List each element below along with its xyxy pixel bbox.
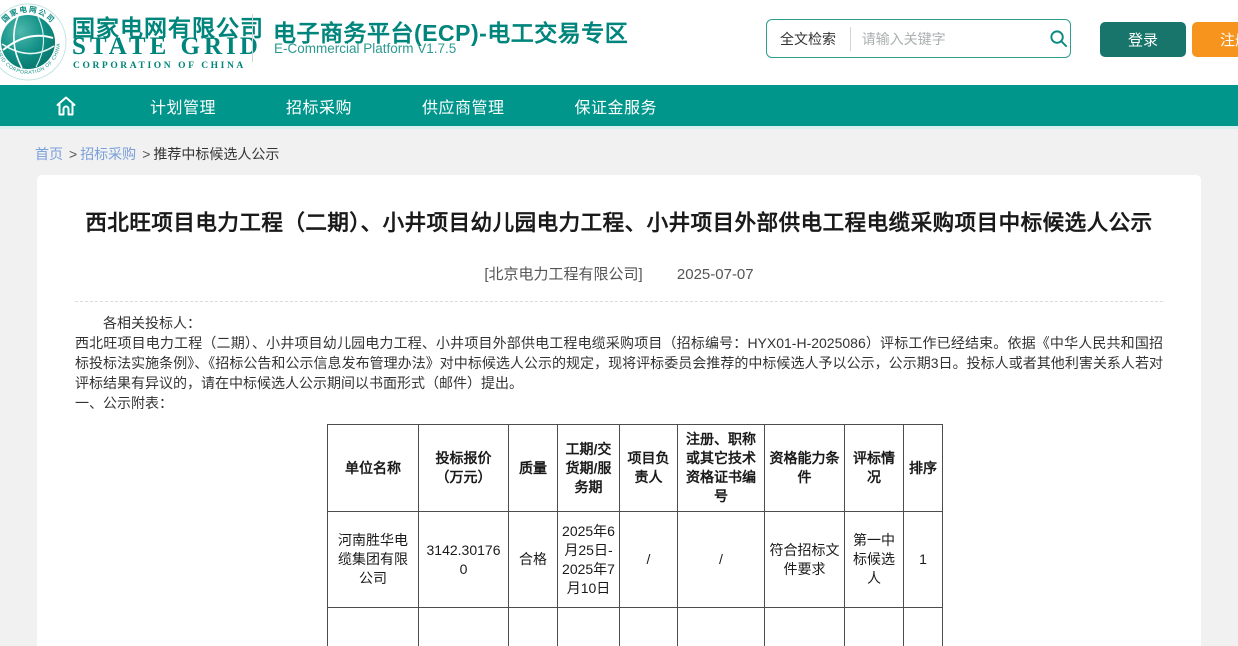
table-header-cell: 单位名称 (328, 425, 419, 512)
table-cell: 河南胜华电缆集团有限公司 (328, 512, 419, 608)
article-meta: [北京电力工程有限公司] 2025-07-07 (75, 263, 1163, 284)
nav-item-bidding-procurement[interactable]: 招标采购 (286, 94, 352, 118)
nav-item-supplier-management[interactable]: 供应商管理 (422, 94, 505, 118)
breadcrumb-bidding[interactable]: 招标采购 (80, 144, 136, 164)
table-cell: 3142.301760 (419, 512, 509, 608)
search-scope-select[interactable]: 全文检索 (767, 29, 850, 49)
table-cell (328, 608, 419, 646)
breadcrumb-current: 推荐中标候选人公示 (153, 144, 279, 164)
table-cell (845, 608, 904, 646)
table-header-cell: 注册、职称或其它技术资格证书编号 (678, 425, 765, 512)
nav-item-deposit-service[interactable]: 保证金服务 (575, 94, 658, 118)
search-box: 全文检索 (766, 19, 1071, 58)
breadcrumb-separator: > (142, 146, 150, 162)
breadcrumb-separator: > (69, 146, 77, 162)
brand-divider (252, 14, 253, 62)
table-row-cutoff (328, 608, 943, 646)
table-cell (620, 608, 678, 646)
org-name-english-sub: CORPORATION OF CHINA (73, 61, 246, 71)
table-header-row: 单位名称投标报价（万元）质量工期/交货期/服务期项目负责人注册、职称或其它技术资… (328, 425, 943, 512)
header: 国家电网公司 GRID CORPORATION OF CHINA 国家电网有限公… (0, 0, 1238, 85)
breadcrumb-home[interactable]: 首页 (35, 144, 63, 164)
table-cell: 第一中标候选人 (845, 512, 904, 608)
search-input[interactable] (851, 31, 1047, 47)
home-icon[interactable] (52, 94, 80, 118)
table-header-cell: 工期/交货期/服务期 (558, 425, 620, 512)
table-header-cell: 质量 (509, 425, 558, 512)
table-row: 河南胜华电缆集团有限公司3142.301760合格2025年6月25日-2025… (328, 512, 943, 608)
table-cell (904, 608, 943, 646)
table-body: 河南胜华电缆集团有限公司3142.301760合格2025年6月25日-2025… (328, 512, 943, 646)
table-cell (678, 608, 765, 646)
breadcrumb: 首页 > 招标采购 > 推荐中标候选人公示 (35, 144, 1238, 164)
table-cell (419, 608, 509, 646)
table-cell: 符合招标文件要求 (765, 512, 845, 608)
announcement-card: 西北旺项目电力工程（二期）、小井项目幼儿园电力工程、小井项目外部供电工程电缆采购… (37, 175, 1201, 646)
table-cell (558, 608, 620, 646)
table-cell (765, 608, 845, 646)
salutation-text: 各相关投标人： (75, 313, 1163, 333)
publisher-name: [北京电力工程有限公司] (484, 266, 642, 283)
table-header-cell: 排序 (904, 425, 943, 512)
table-cell: 合格 (509, 512, 558, 608)
org-name-english: STATE GRID (72, 33, 262, 61)
table-cell: 1 (904, 512, 943, 608)
table-header-cell: 评标情况 (845, 425, 904, 512)
page-title: 西北旺项目电力工程（二期）、小井项目幼儿园电力工程、小井项目外部供电工程电缆采购… (75, 198, 1163, 248)
results-table: 单位名称投标报价（万元）质量工期/交货期/服务期项目负责人注册、职称或其它技术资… (327, 424, 943, 646)
state-grid-logo-icon: 国家电网公司 GRID CORPORATION OF CHINA (0, 2, 68, 82)
table-cell (509, 608, 558, 646)
table-header-cell: 项目负责人 (620, 425, 678, 512)
table-cell: / (678, 512, 765, 608)
register-button[interactable]: 注册 (1192, 22, 1238, 57)
search-icon[interactable] (1047, 29, 1070, 48)
login-button[interactable]: 登录 (1100, 22, 1186, 57)
platform-version: E-Commercial Platform V1.7.5 (274, 41, 456, 56)
table-caption: 一、公示附表： (75, 393, 1163, 413)
announcement-body: 西北旺项目电力工程（二期）、小井项目幼儿园电力工程、小井项目外部供电工程电缆采购… (75, 333, 1163, 393)
main-nav: 计划管理 招标采购 供应商管理 保证金服务 (0, 85, 1238, 129)
table-cell: / (620, 512, 678, 608)
publish-date: 2025-07-07 (677, 266, 754, 283)
dashed-divider (75, 301, 1163, 302)
table-cell: 2025年6月25日-2025年7月10日 (558, 512, 620, 608)
nav-item-plan-management[interactable]: 计划管理 (150, 94, 216, 118)
table-header-cell: 投标报价（万元） (419, 425, 509, 512)
table-header-cell: 资格能力条件 (765, 425, 845, 512)
